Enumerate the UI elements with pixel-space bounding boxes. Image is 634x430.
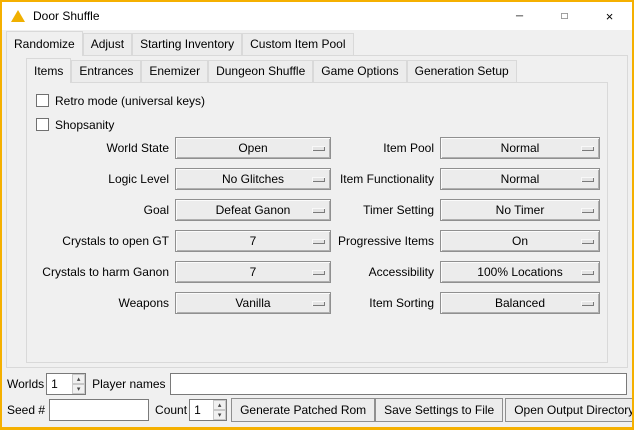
door-shuffle-window: Door Shuffle ─ □ × Randomize Adjust Star… bbox=[0, 0, 634, 430]
spin-down-icon[interactable]: ▾ bbox=[213, 410, 226, 420]
timer-setting-dropdown[interactable]: No Timer bbox=[440, 199, 600, 221]
tab-dungeon-shuffle[interactable]: Dungeon Shuffle bbox=[208, 60, 313, 82]
worlds-label: Worlds bbox=[7, 377, 44, 391]
item-functionality-label: Item Functionality bbox=[337, 172, 434, 186]
tab-items[interactable]: Items bbox=[26, 58, 71, 83]
randomize-pane: Items Entrances Enemizer Dungeon Shuffle… bbox=[6, 55, 628, 368]
dropdown-value: Defeat Ganon bbox=[216, 203, 291, 217]
dropdown-indicator-icon bbox=[581, 270, 594, 275]
dropdown-indicator-icon bbox=[312, 177, 325, 182]
generate-patched-rom-button[interactable]: Generate Patched Rom bbox=[231, 398, 375, 422]
logic-level-dropdown[interactable]: No Glitches bbox=[175, 168, 331, 190]
dropdown-indicator-icon bbox=[312, 146, 325, 151]
dropdown-value: Vanilla bbox=[235, 296, 270, 310]
tab-adjust[interactable]: Adjust bbox=[83, 33, 132, 55]
item-pool-label: Item Pool bbox=[337, 141, 434, 155]
count-spin-buttons: ▴ ▾ bbox=[213, 400, 226, 420]
checkbox-box-icon bbox=[36, 94, 49, 107]
tab-generation-setup[interactable]: Generation Setup bbox=[407, 60, 517, 82]
dropdown-indicator-icon bbox=[312, 239, 325, 244]
tab-enemizer[interactable]: Enemizer bbox=[141, 60, 208, 82]
window-title: Door Shuffle bbox=[33, 9, 100, 23]
worlds-spin-buttons: ▴ ▾ bbox=[72, 374, 85, 394]
player-names-input[interactable] bbox=[170, 373, 628, 395]
checkbox-box-icon bbox=[36, 118, 49, 131]
tab-randomize[interactable]: Randomize bbox=[6, 31, 83, 56]
seed-row: Seed # Count ▴ ▾ Generate Patched Rom Sa… bbox=[2, 398, 632, 422]
dropdown-value: 7 bbox=[250, 265, 257, 279]
weapons-dropdown[interactable]: Vanilla bbox=[175, 292, 331, 314]
window-controls: ─ □ × bbox=[497, 2, 632, 30]
seed-input[interactable] bbox=[49, 399, 149, 421]
dropdown-value: Balanced bbox=[495, 296, 545, 310]
count-spinbox: ▴ ▾ bbox=[189, 399, 227, 421]
dropdown-value: No Timer bbox=[496, 203, 545, 217]
shopsanity-checkbox[interactable]: Shopsanity bbox=[36, 116, 607, 133]
spin-up-icon[interactable]: ▴ bbox=[213, 400, 226, 410]
dropdown-indicator-icon bbox=[581, 301, 594, 306]
tab-starting-inventory[interactable]: Starting Inventory bbox=[132, 33, 242, 55]
checkbox-label: Shopsanity bbox=[55, 118, 114, 132]
minimize-button-icon[interactable]: ─ bbox=[497, 2, 542, 30]
timer-setting-label: Timer Setting bbox=[337, 203, 434, 217]
dropdown-value: Normal bbox=[501, 172, 540, 186]
close-button-icon[interactable]: × bbox=[587, 2, 632, 30]
dropdown-value: 7 bbox=[250, 234, 257, 248]
world-state-dropdown[interactable]: Open bbox=[175, 137, 331, 159]
goal-dropdown[interactable]: Defeat Ganon bbox=[175, 199, 331, 221]
tab-custom-item-pool[interactable]: Custom Item Pool bbox=[242, 33, 353, 55]
progressive-items-label: Progressive Items bbox=[337, 234, 434, 248]
accessibility-label: Accessibility bbox=[337, 265, 434, 279]
dropdown-indicator-icon bbox=[581, 177, 594, 182]
weapons-label: Weapons bbox=[35, 296, 169, 310]
inner-tabbar: Items Entrances Enemizer Dungeon Shuffle… bbox=[26, 59, 627, 82]
accessibility-dropdown[interactable]: 100% Locations bbox=[440, 261, 600, 283]
maximize-button-icon[interactable]: □ bbox=[542, 2, 587, 30]
dropdown-indicator-icon bbox=[581, 239, 594, 244]
crystals-ganon-label: Crystals to harm Ganon bbox=[35, 265, 169, 279]
dropdown-indicator-icon bbox=[312, 270, 325, 275]
spin-down-icon[interactable]: ▾ bbox=[72, 384, 85, 394]
seed-label: Seed # bbox=[7, 403, 45, 417]
dropdown-indicator-icon bbox=[312, 301, 325, 306]
titlebar[interactable]: Door Shuffle ─ □ × bbox=[2, 2, 632, 30]
client-area: Randomize Adjust Starting Inventory Cust… bbox=[2, 30, 632, 427]
dropdown-indicator-icon bbox=[312, 208, 325, 213]
worlds-row: Worlds ▴ ▾ Player names bbox=[2, 372, 632, 396]
crystals-gt-dropdown[interactable]: 7 bbox=[175, 230, 331, 252]
dropdown-value: 100% Locations bbox=[477, 265, 562, 279]
player-names-label: Player names bbox=[92, 377, 165, 391]
progressive-items-dropdown[interactable]: On bbox=[440, 230, 600, 252]
logic-level-label: Logic Level bbox=[35, 172, 169, 186]
app-icon bbox=[11, 10, 25, 22]
crystals-ganon-dropdown[interactable]: 7 bbox=[175, 261, 331, 283]
save-settings-button[interactable]: Save Settings to File bbox=[375, 398, 503, 422]
spin-up-icon[interactable]: ▴ bbox=[72, 374, 85, 384]
world-state-label: World State bbox=[35, 141, 169, 155]
item-sorting-dropdown[interactable]: Balanced bbox=[440, 292, 600, 314]
items-pane: Retro mode (universal keys) Shopsanity W… bbox=[26, 82, 608, 363]
tab-game-options[interactable]: Game Options bbox=[313, 60, 406, 82]
count-label: Count bbox=[155, 403, 187, 417]
open-output-directory-button[interactable]: Open Output Directory bbox=[505, 398, 634, 422]
dropdown-indicator-icon bbox=[581, 146, 594, 151]
crystals-gt-label: Crystals to open GT bbox=[35, 234, 169, 248]
worlds-spinbox: ▴ ▾ bbox=[46, 373, 86, 395]
tab-entrances[interactable]: Entrances bbox=[71, 60, 141, 82]
dropdown-value: No Glitches bbox=[222, 172, 284, 186]
settings-grid: World State Open Item Pool Normal Logic … bbox=[35, 137, 607, 314]
item-sorting-label: Item Sorting bbox=[337, 296, 434, 310]
dropdown-indicator-icon bbox=[581, 208, 594, 213]
dropdown-value: Open bbox=[238, 141, 267, 155]
item-functionality-dropdown[interactable]: Normal bbox=[440, 168, 600, 190]
retro-mode-checkbox[interactable]: Retro mode (universal keys) bbox=[36, 92, 607, 109]
checkbox-label: Retro mode (universal keys) bbox=[55, 94, 205, 108]
goal-label: Goal bbox=[35, 203, 169, 217]
dropdown-value: Normal bbox=[501, 141, 540, 155]
dropdown-value: On bbox=[512, 234, 528, 248]
item-pool-dropdown[interactable]: Normal bbox=[440, 137, 600, 159]
outer-tabbar: Randomize Adjust Starting Inventory Cust… bbox=[6, 32, 628, 55]
